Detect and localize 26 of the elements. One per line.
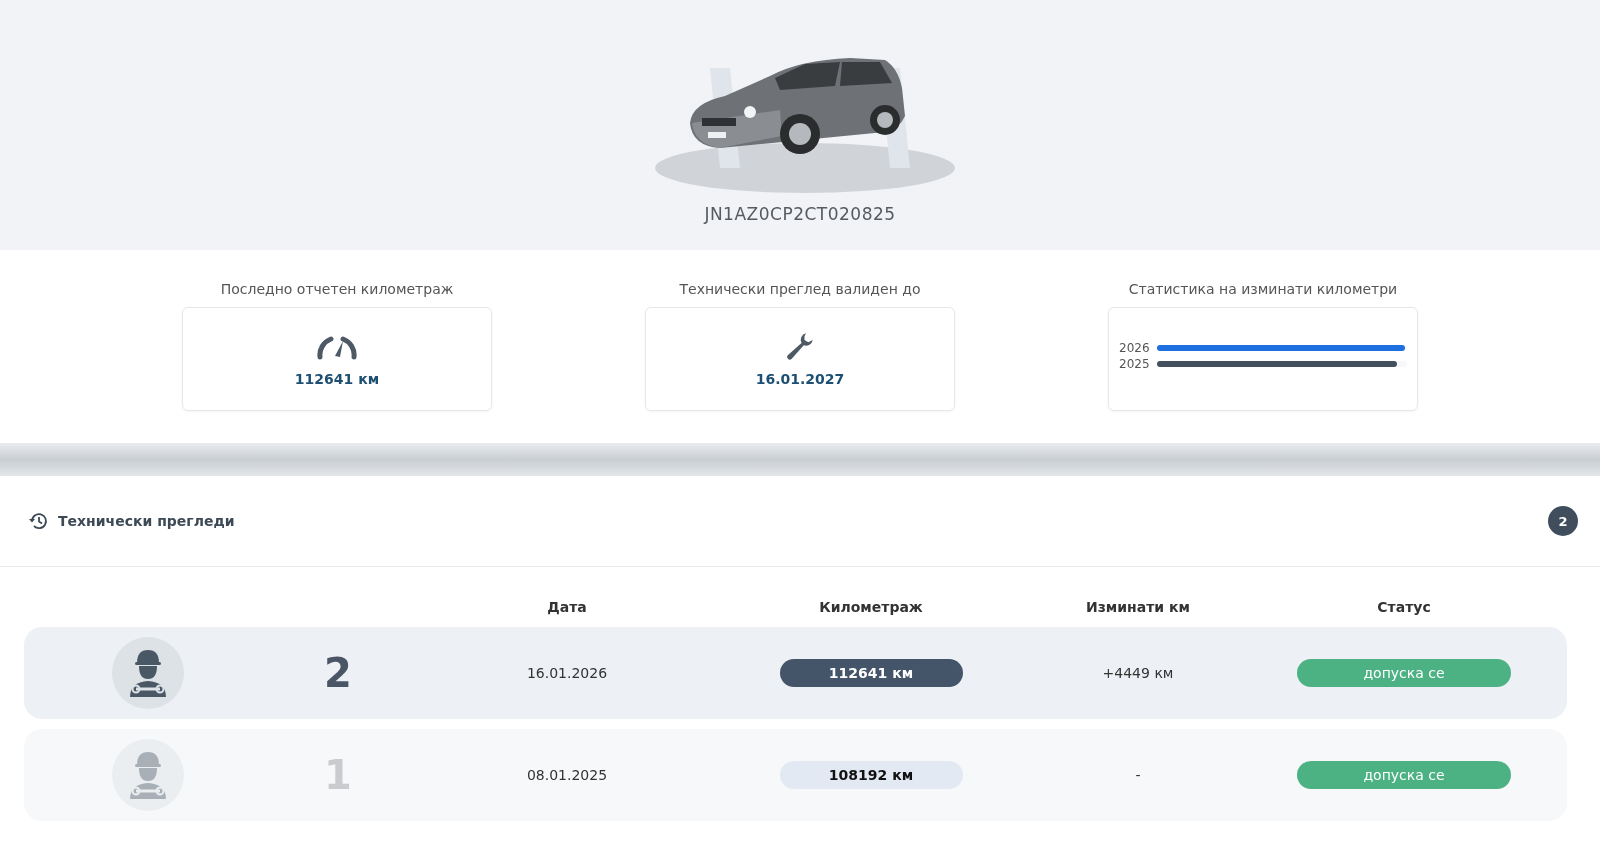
column-header: Статус	[1376, 599, 1432, 615]
stat-value: 112641 км	[294, 371, 380, 387]
mechanic-avatar-icon	[112, 739, 184, 811]
year-label: 2026	[1119, 341, 1151, 355]
section-title: Технически прегледи	[58, 513, 236, 529]
stat-title: Статистика на изминати километри	[1128, 281, 1398, 297]
count-badge: 2	[1548, 506, 1578, 536]
status-pill: допуска се	[1297, 659, 1511, 687]
year-label: 2025	[1119, 357, 1151, 371]
mileage-pill: 108192 км	[779, 761, 963, 789]
driven-km: +4449 км	[1102, 665, 1174, 681]
vin-number: JN1AZ0CP2CT020825	[704, 204, 896, 224]
stat-value: 16.01.2027	[755, 371, 845, 387]
inspection-number: 2	[324, 650, 352, 696]
column-header: Изминати км	[1085, 599, 1191, 615]
mechanic-avatar-icon	[112, 637, 184, 709]
history-icon	[28, 511, 48, 531]
column-header: Километраж	[818, 599, 924, 615]
status-pill: допуска се	[1297, 761, 1511, 789]
mileage-pill: 112641 км	[779, 659, 963, 687]
inspection-date: 08.01.2025	[526, 767, 608, 783]
stat-title: Технически преглед валиден до	[679, 281, 921, 297]
stat-title: Последно отчетен километраж	[220, 281, 454, 297]
column-header: Дата	[546, 599, 588, 615]
inspection-date: 16.01.2026	[526, 665, 608, 681]
driven-km: -	[1135, 767, 1141, 783]
